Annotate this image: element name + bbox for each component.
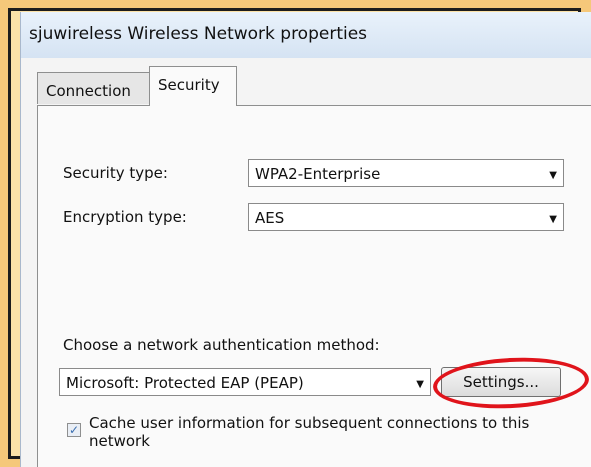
window-title: sjuwireless Wireless Network properties [29,24,368,44]
settings-button[interactable]: Settings... [441,367,561,397]
title-bar: sjuwireless Wireless Network properties [21,12,591,58]
cache-checkbox-label: Cache user information for subsequent co… [89,414,530,450]
properties-dialog: sjuwireless Wireless Network properties … [20,12,591,467]
auth-method-label: Choose a network authentication method: [63,336,380,354]
chevron-down-icon: ▼ [549,170,557,181]
auth-method-value: Microsoft: Protected EAP (PEAP) [66,374,304,392]
encryption-type-label: Encryption type: [63,208,187,226]
tab-connection[interactable]: Connection [37,72,151,104]
chevron-down-icon: ▼ [549,214,557,225]
security-type-value: WPA2-Enterprise [255,165,381,183]
tab-strip: Connection Security [21,58,591,110]
encryption-type-value: AES [255,209,285,227]
cache-checkbox[interactable]: ✓ [67,423,81,437]
auth-method-dropdown[interactable]: Microsoft: Protected EAP (PEAP) ▼ [59,368,431,396]
security-type-label: Security type: [63,164,168,182]
checkmark-icon: ✓ [68,423,80,437]
security-type-dropdown[interactable]: WPA2-Enterprise ▼ [248,159,564,187]
chevron-down-icon: ▼ [416,379,424,390]
tab-security[interactable]: Security [149,66,237,106]
encryption-type-dropdown[interactable]: AES ▼ [248,203,564,231]
